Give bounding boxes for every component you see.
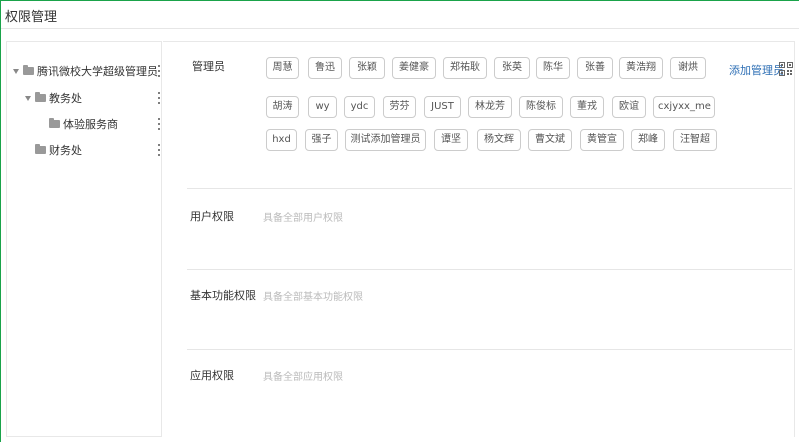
folder-icon [35, 92, 46, 102]
admin-tag[interactable]: 强子 [305, 129, 338, 151]
more-icon[interactable] [157, 65, 161, 77]
section-divider [187, 188, 792, 189]
admin-tag[interactable]: 姜健豪 [392, 57, 436, 79]
section-divider [187, 269, 792, 270]
admin-tag[interactable]: 测试添加管理员 [345, 129, 426, 151]
admin-tag[interactable]: 胡涛 [266, 96, 299, 118]
admin-tag[interactable]: 黄浩翔 [619, 57, 663, 79]
tree-item-finance-office[interactable]: 财务处 [35, 141, 82, 159]
admin-tag[interactable]: 杨文辉 [477, 129, 521, 151]
admin-tag[interactable]: hxd [266, 129, 297, 151]
title-divider [1, 28, 799, 29]
user-permission-label: 用户权限 [190, 210, 234, 223]
admin-tag[interactable]: 郑祐耿 [443, 57, 487, 79]
folder-icon [35, 144, 46, 154]
caret-down-icon[interactable] [25, 95, 31, 101]
add-admin-button[interactable]: 添加管理员 [729, 62, 784, 78]
tree-item-label: 教务处 [49, 92, 82, 105]
app-permission-label: 应用权限 [190, 369, 234, 382]
folder-icon [23, 65, 34, 75]
tree-item-service-provider[interactable]: 体验服务商 [49, 115, 118, 133]
admin-tag[interactable]: 劳芬 [383, 96, 416, 118]
admin-tag[interactable]: 陈华 [536, 57, 570, 79]
admin-tag[interactable]: 郑峰 [631, 129, 665, 151]
admin-tag[interactable]: 董戎 [570, 96, 604, 118]
tree-item-academic-office[interactable]: 教务处 [25, 89, 82, 107]
section-divider [187, 349, 792, 350]
folder-icon [49, 118, 60, 128]
app-window: 权限管理 腾讯微校大学超级管理员 教务处 体验服务商 财务处 管理员 周慧 鲁迅… [0, 0, 799, 442]
admin-tag[interactable]: 鲁迅 [308, 57, 342, 79]
user-permission-value: 具备全部用户权限 [263, 213, 343, 224]
tree-item-label: 腾讯微校大学超级管理员 [37, 65, 158, 78]
admin-tag[interactable]: 汪智超 [673, 129, 717, 151]
qr-code-icon[interactable] [779, 62, 793, 76]
more-icon[interactable] [157, 92, 161, 104]
admin-tag[interactable]: 张颖 [349, 57, 385, 79]
basic-permission-label: 基本功能权限 [190, 289, 256, 302]
page-title: 权限管理 [5, 10, 58, 25]
admin-tag[interactable]: 谢烘 [670, 57, 706, 79]
admin-tag[interactable]: 陈俊标 [519, 96, 563, 118]
more-icon[interactable] [157, 118, 161, 130]
admin-tag[interactable]: 欧谊 [612, 96, 646, 118]
more-icon[interactable] [157, 144, 161, 156]
caret-down-icon[interactable] [13, 68, 19, 74]
admin-tag[interactable]: 黄管宣 [580, 129, 624, 151]
basic-permission-value: 具备全部基本功能权限 [263, 292, 363, 303]
admin-tag[interactable]: ydc [344, 96, 375, 118]
admins-label: 管理员 [192, 60, 225, 73]
tree-item-super-admin[interactable]: 腾讯微校大学超级管理员 [13, 62, 158, 80]
admin-tag[interactable]: 张英 [494, 57, 530, 79]
app-permission-value: 具备全部应用权限 [263, 372, 343, 383]
tree-item-label: 体验服务商 [63, 118, 118, 131]
admin-tag[interactable]: 张善 [577, 57, 613, 79]
tree-item-label: 财务处 [49, 144, 82, 157]
admin-tag[interactable]: 曹文斌 [528, 129, 572, 151]
org-tree: 腾讯微校大学超级管理员 教务处 体验服务商 财务处 [6, 41, 162, 437]
admin-tag[interactable]: JUST [424, 96, 461, 118]
admin-tag[interactable]: 周慧 [266, 57, 299, 79]
admin-tag[interactable]: 谭坚 [434, 129, 468, 151]
permission-panel: 管理员 周慧 鲁迅 张颖 姜健豪 郑祐耿 张英 陈华 张善 黄浩翔 谢烘 添加管… [163, 41, 795, 437]
admin-tag[interactable]: cxjyxx_me [653, 96, 715, 118]
admin-tag[interactable]: wy [308, 96, 337, 118]
admin-tag[interactable]: 林龙芳 [468, 96, 512, 118]
